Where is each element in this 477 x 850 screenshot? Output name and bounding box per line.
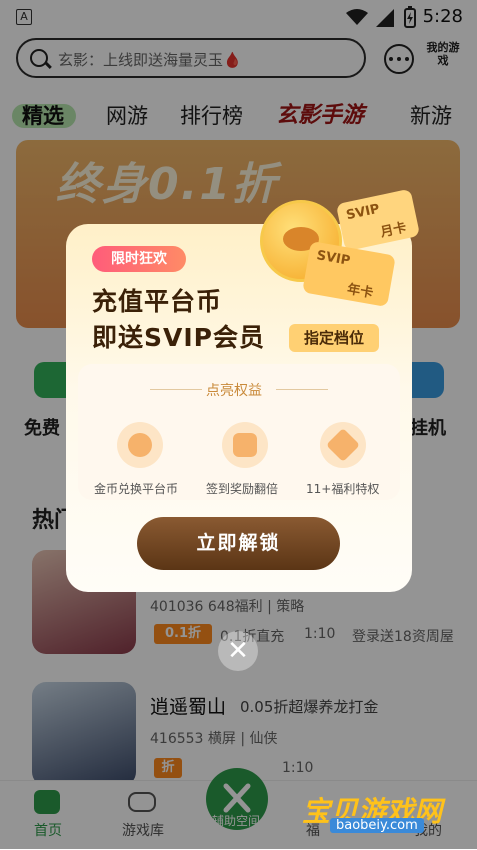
benefits-title: 点亮权益 bbox=[206, 383, 262, 399]
privilege-badge-icon bbox=[320, 422, 366, 468]
modal-title-line1: 充值平台币 bbox=[92, 287, 223, 316]
close-icon[interactable]: ✕ bbox=[218, 631, 258, 671]
site-watermark-url: baobeiy.com bbox=[330, 818, 424, 833]
benefit-label: 金币兑换平台币 bbox=[94, 482, 179, 496]
divider bbox=[150, 389, 202, 390]
tier-badge: 指定档位 bbox=[289, 324, 379, 352]
card2-sub: 年卡 bbox=[345, 282, 375, 302]
card2-title: SVIP bbox=[315, 248, 352, 269]
modal-title-line2: 即送SVIP会员 bbox=[92, 323, 265, 352]
benefit-label: 11+福利特权 bbox=[306, 482, 380, 496]
card1-title: SVIP bbox=[344, 201, 382, 224]
unlock-now-button[interactable]: 立即解锁 bbox=[137, 517, 340, 570]
divider bbox=[276, 389, 328, 390]
calendar-check-icon bbox=[222, 422, 268, 468]
benefit-label: 签到奖励翻倍 bbox=[206, 482, 279, 496]
card1-sub: 月卡 bbox=[379, 220, 408, 241]
limited-time-tag: 限时狂欢 bbox=[92, 246, 186, 272]
coin-exchange-icon bbox=[117, 422, 163, 468]
